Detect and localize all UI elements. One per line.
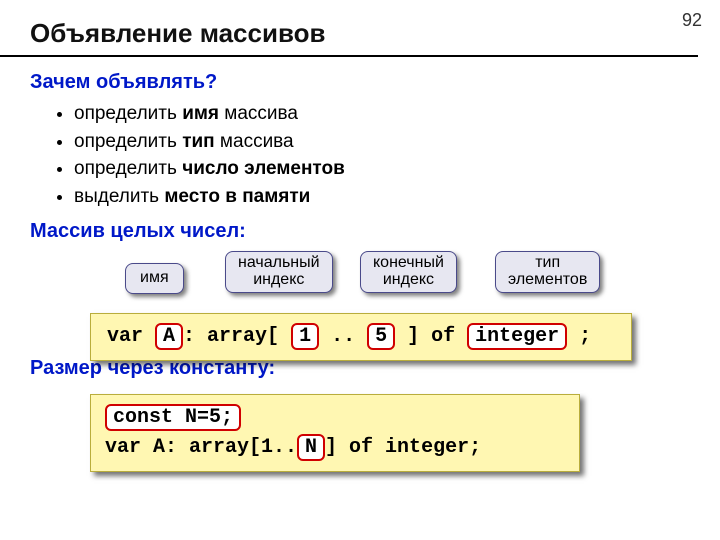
page-number: 92 (682, 10, 702, 31)
page-title: Объявление массивов (0, 0, 698, 57)
text: массива (219, 103, 298, 124)
pill-name: имя (125, 263, 184, 294)
text: определить (74, 131, 182, 152)
text-bold: имя (182, 103, 219, 124)
text: индекс (383, 271, 434, 288)
why-list: определить имя массива определить тип ма… (30, 100, 720, 210)
code-text: var A: array[1.. (105, 436, 297, 459)
code-highlight-start: 1 (291, 323, 319, 350)
subhead-why: Зачем объявлять? (30, 71, 720, 94)
list-item: определить число элементов (74, 155, 720, 183)
code-highlight-const: const N=5; (105, 404, 241, 431)
text: выделить (74, 186, 164, 207)
list-item: выделить место в памяти (74, 183, 720, 211)
code-text: ] of integer; (325, 436, 481, 459)
code-text: .. (319, 325, 367, 348)
pill-type: тип элементов (495, 251, 600, 293)
text: определить (74, 103, 182, 124)
pill-end-index: конечный индекс (360, 251, 457, 293)
code-highlight-type: integer (467, 323, 567, 350)
text: массива (215, 131, 294, 152)
text: индекс (253, 271, 304, 288)
code-text: ; (567, 325, 591, 348)
text: начальный (238, 254, 320, 271)
list-item: определить имя массива (74, 100, 720, 128)
code-text: ] of (395, 325, 467, 348)
code-highlight-end: 5 (367, 323, 395, 350)
code-const-decl: const N=5; var A: array[1..N] of integer… (90, 394, 580, 472)
text: элементов (508, 271, 587, 288)
text-bold: место в памяти (164, 186, 310, 207)
list-item: определить тип массива (74, 128, 720, 156)
pill-start-index: начальный индекс (225, 251, 333, 293)
labels-row: имя начальный индекс конечный индекс тип… (30, 249, 720, 307)
code-highlight-n: N (297, 434, 325, 461)
code-text: var (107, 325, 155, 348)
text-bold: число элементов (182, 158, 345, 179)
text: тип (535, 254, 560, 271)
code-text: : array[ (183, 325, 279, 348)
code-array-decl: var A: array[ 1 .. 5 ] of integer ; (90, 313, 632, 361)
text: конечный (373, 254, 444, 271)
text: определить (74, 158, 182, 179)
code-highlight-name: A (155, 323, 183, 350)
text-bold: тип (182, 131, 214, 152)
subhead-intarray: Массив целых чисел: (30, 220, 720, 243)
